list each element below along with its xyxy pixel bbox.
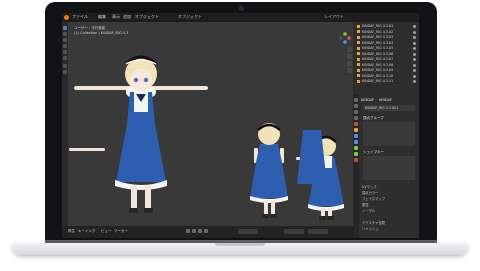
timeline-menu-playback[interactable]: 再生 [68, 229, 75, 234]
navigation-gizmo[interactable] [339, 32, 351, 44]
outliner[interactable]: KINDAF_RIG 4.3.01 KINDAF_RIG 4.3.02 KIND… [357, 24, 417, 90]
right-panel: KINDAF_RIG 4.3.01 KINDAF_RIG 4.3.02 KIND… [353, 22, 419, 238]
armature-icon [357, 35, 360, 39]
menu-object[interactable]: オブジェクト [135, 14, 159, 20]
workspace-tab-layout[interactable]: レイアウト [324, 14, 344, 20]
visibility-icon[interactable] [413, 69, 416, 72]
character-models[interactable] [68, 22, 353, 226]
perspective-toggle-icon[interactable] [347, 68, 352, 73]
scene-tab-icon[interactable] [354, 116, 358, 120]
data-tab-icon[interactable] [354, 152, 358, 156]
visibility-icon[interactable] [413, 63, 416, 67]
modifier-tab-icon[interactable] [354, 134, 358, 138]
section-texture-space[interactable]: テクスチャ空間 [362, 220, 385, 225]
move-tool-icon[interactable] [63, 38, 67, 42]
armature-icon [357, 41, 360, 44]
timeline-menu-marker[interactable]: マーカー [114, 229, 128, 234]
visibility-icon[interactable] [413, 58, 416, 61]
visibility-icon[interactable] [413, 74, 416, 78]
character-back [250, 123, 288, 218]
blender-window: ファイル 編集 表示 追加 オブジェクト オブジェクト レイアウト ユーザー・平… [62, 13, 419, 238]
timeline-menu-view[interactable]: ビュー [101, 229, 112, 234]
menu-edit[interactable]: 編集 [98, 14, 106, 20]
pan-icon[interactable] [347, 54, 352, 59]
menu-view[interactable]: 表示 [112, 14, 120, 20]
rotate-tool-icon[interactable] [63, 44, 67, 48]
character-front-large [74, 55, 208, 213]
timeline: 再生 キーイング ビュー マーカー [62, 226, 353, 238]
constraints-tab-icon[interactable] [354, 146, 358, 150]
annotate-tool-icon[interactable] [63, 64, 67, 68]
outliner-row[interactable]: KINDAF_RIG 4.3.11 [357, 79, 417, 85]
section-normals[interactable]: ノーマル [362, 208, 375, 213]
scale-tool-icon[interactable] [63, 50, 67, 54]
laptop-base [12, 243, 468, 255]
visibility-icon[interactable] [413, 52, 416, 56]
section-vertex-groups[interactable]: 頂点グループ [363, 116, 384, 121]
timeline-menu-keying[interactable]: キーイング [78, 229, 96, 234]
tool-tab-icon[interactable] [354, 98, 358, 102]
cursor-tool-icon[interactable] [63, 32, 67, 36]
shape-keys-list[interactable] [363, 156, 415, 180]
jump-end-icon[interactable] [204, 229, 208, 233]
section-vertex-colors[interactable]: 頂点カラー [362, 190, 378, 195]
top-menu-bar: ファイル 編集 表示 追加 オブジェクト オブジェクト レイアウト [62, 13, 419, 22]
menu-add[interactable]: 追加 [123, 14, 131, 20]
play-reverse-icon[interactable] [192, 229, 196, 233]
select-tool-icon[interactable] [63, 26, 67, 30]
webcam [239, 6, 244, 11]
section-shape-keys[interactable]: シェイプキー [363, 150, 384, 155]
zoom-icon[interactable] [347, 47, 352, 52]
mode-dropdown[interactable]: オブジェクト [178, 14, 202, 20]
object-tab-icon[interactable] [354, 128, 358, 132]
section-face-maps[interactable]: フェイスマップ [362, 196, 385, 201]
props-breadcrumb-1: KINDAF [361, 98, 374, 102]
visibility-icon[interactable] [413, 30, 416, 34]
jump-start-icon[interactable] [186, 229, 190, 233]
armature-icon [357, 68, 360, 72]
measure-tool-icon[interactable] [63, 70, 67, 74]
current-frame-field[interactable] [238, 228, 258, 234]
vertex-groups-list[interactable] [363, 122, 415, 146]
armature-icon [357, 52, 360, 55]
section-attributes[interactable]: 属性 [362, 202, 369, 207]
visibility-icon[interactable] [413, 41, 416, 45]
section-uv-maps[interactable]: UVマップ [362, 184, 377, 189]
transform-tool-icon[interactable] [63, 56, 67, 60]
blender-logo-icon[interactable] [64, 14, 69, 20]
props-breadcrumb-2: KINDAF [379, 98, 392, 102]
armature-icon [357, 30, 360, 33]
start-frame-field[interactable] [284, 228, 304, 234]
properties-editor: KINDAF KINDAF KINDAF_RIG 4.3 001 頂点グループ … [361, 94, 418, 238]
armature-icon [357, 63, 360, 66]
visibility-icon[interactable] [413, 25, 416, 28]
end-frame-field[interactable] [308, 228, 328, 234]
object-name-field[interactable]: KINDAF_RIG 4.3 001 [363, 105, 415, 111]
section-remesh[interactable]: リメッシュ [362, 226, 378, 231]
3d-viewport[interactable]: ユーザー・平行投影 (1) Collection | KINDAF_RIG 4.… [68, 22, 353, 226]
world-tab-icon[interactable] [354, 122, 358, 126]
armature-icon [357, 24, 360, 28]
armature-icon [357, 74, 360, 77]
output-tab-icon[interactable] [354, 110, 358, 114]
lid-opening-notch [215, 243, 265, 246]
render-tab-icon[interactable] [354, 104, 358, 108]
properties-tabs [353, 94, 359, 238]
camera-view-icon[interactable] [347, 61, 352, 66]
visibility-icon[interactable] [413, 80, 416, 83]
physics-tab-icon[interactable] [354, 140, 358, 144]
armature-icon [357, 46, 360, 50]
visibility-icon[interactable] [413, 47, 416, 50]
visibility-icon[interactable] [413, 36, 416, 39]
armature-icon [357, 57, 360, 61]
menu-file[interactable]: ファイル [72, 14, 88, 20]
material-tab-icon[interactable] [354, 158, 358, 162]
play-icon[interactable] [198, 229, 202, 233]
armature-icon [357, 79, 360, 83]
